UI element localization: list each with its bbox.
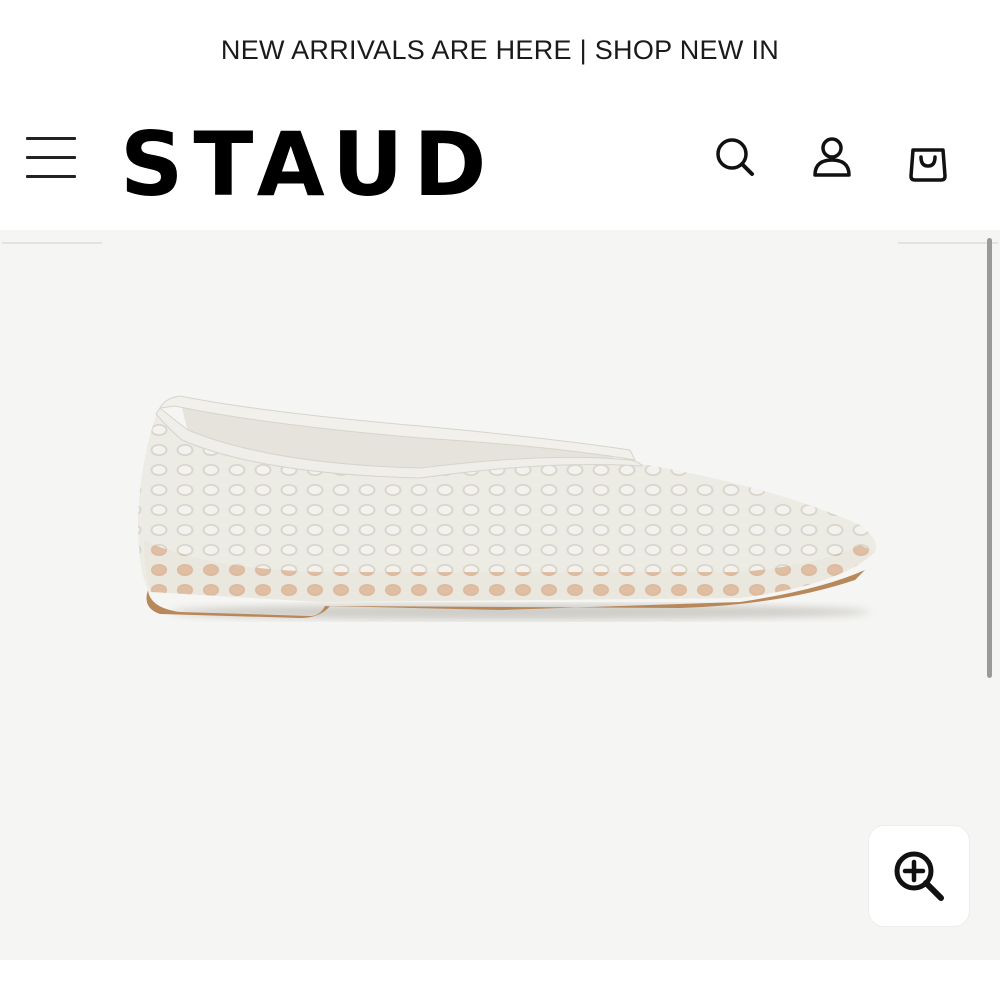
gallery-thumb-edge-right <box>898 230 998 244</box>
site-header: STAUD <box>0 100 1000 230</box>
page-bottom <box>0 960 1000 1000</box>
scrollbar[interactable] <box>987 238 992 678</box>
user-icon <box>813 137 851 177</box>
zoom-in-icon <box>894 851 944 901</box>
hamburger-icon <box>26 137 76 140</box>
announcement-text[interactable]: NEW ARRIVALS ARE HERE | SHOP NEW IN <box>221 35 779 66</box>
menu-button[interactable] <box>26 134 78 180</box>
search-button[interactable] <box>712 134 760 182</box>
hamburger-icon-line <box>26 175 76 178</box>
search-icon <box>716 138 754 176</box>
product-gallery[interactable] <box>0 230 1000 960</box>
cart-button[interactable] <box>904 138 952 186</box>
product-image-mesh-flat[interactable] <box>120 380 900 640</box>
hamburger-icon-line <box>26 156 76 159</box>
account-button[interactable] <box>808 134 856 182</box>
shopping-bag-icon <box>909 148 947 182</box>
announcement-bar[interactable]: NEW ARRIVALS ARE HERE | SHOP NEW IN <box>0 0 1000 100</box>
zoom-button[interactable] <box>868 825 970 927</box>
brand-logo[interactable]: STAUD <box>120 120 496 210</box>
gallery-thumb-edge-left <box>2 230 102 244</box>
